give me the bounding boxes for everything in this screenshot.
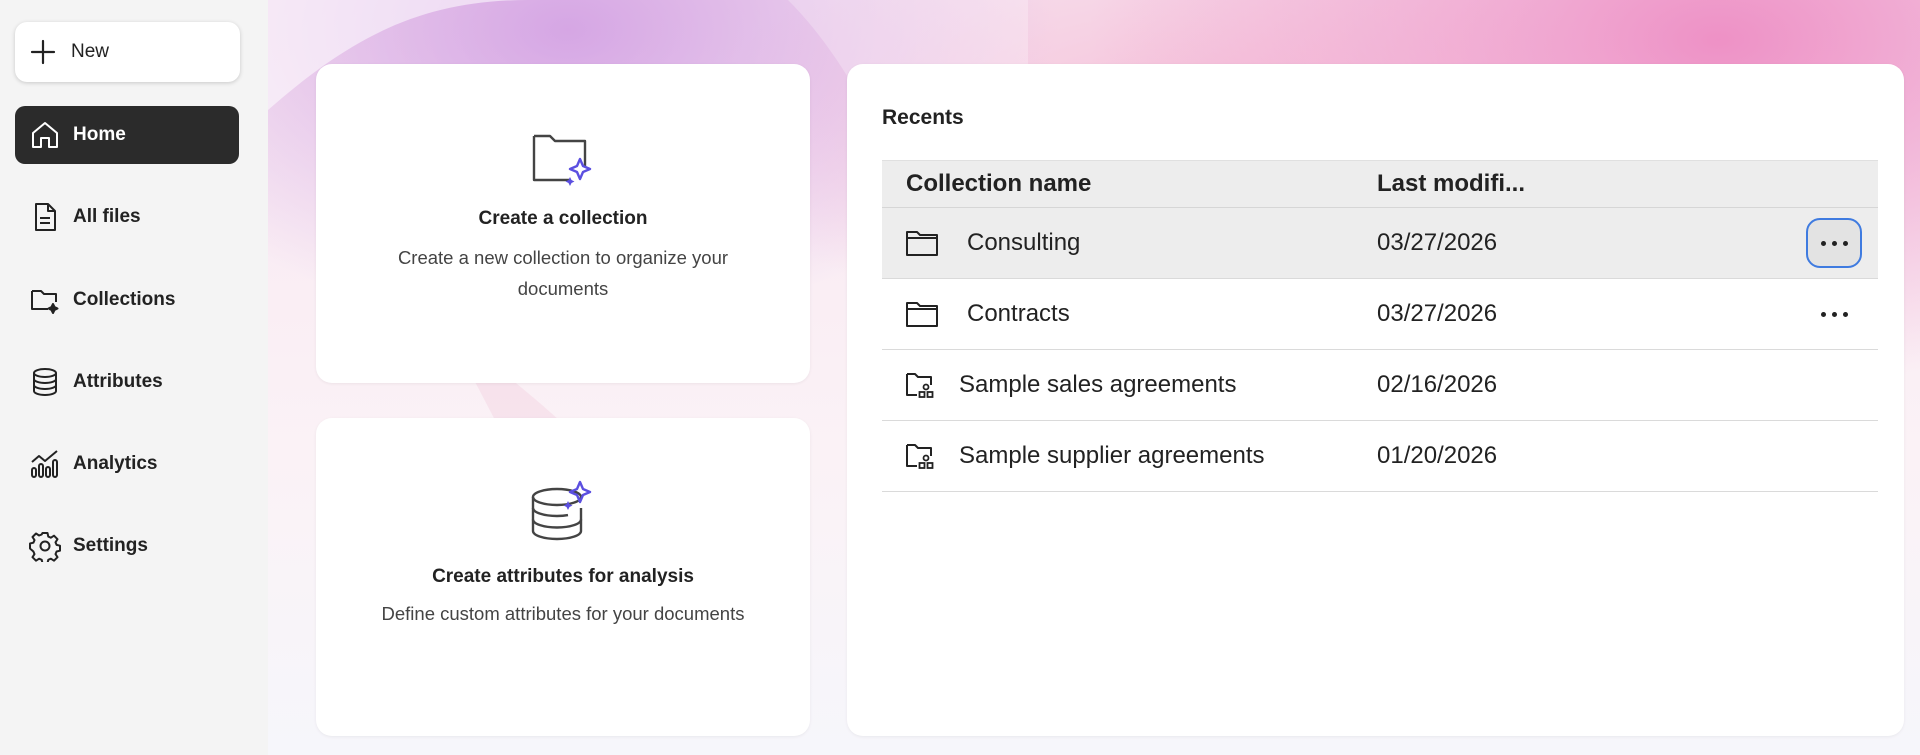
ellipsis-dot — [1842, 240, 1848, 246]
sidebar-item-label: Collections — [73, 289, 176, 310]
gear-icon — [29, 532, 61, 562]
folder-icon — [906, 231, 938, 256]
table-row[interactable]: Sample sales agreements 02/16/2026 — [882, 350, 1878, 421]
sidebar-item-label: All files — [73, 206, 141, 227]
database-sparkle-icon — [531, 480, 592, 541]
plus-icon — [30, 39, 56, 65]
column-header-name[interactable]: Collection name — [882, 170, 1377, 198]
sidebar-item-label: Attributes — [73, 371, 163, 392]
file-icon — [35, 203, 56, 231]
table-header: Collection name Last modifi... — [882, 160, 1878, 208]
card-title: Create attributes for analysis — [432, 566, 694, 587]
sidebar-item-settings[interactable]: Settings — [15, 517, 239, 575]
sidebar-item-label: Settings — [73, 535, 148, 556]
more-options-button[interactable] — [1806, 218, 1862, 268]
shared-folder-icon — [906, 373, 934, 398]
new-button-label: New — [71, 41, 110, 62]
sidebar-item-collections[interactable]: Collections — [15, 271, 239, 329]
recents-table: Collection name Last modifi... Consultin… — [882, 160, 1878, 492]
row-name: Consulting — [967, 229, 1081, 256]
home-icon — [32, 122, 58, 148]
app-root: New Home All files Collections Attribute… — [0, 0, 1920, 755]
card-title: Create a collection — [478, 208, 648, 229]
sidebar-item-attributes[interactable]: Attributes — [15, 353, 239, 411]
folder-sparkle-icon — [532, 134, 592, 186]
ellipsis-dot — [1831, 311, 1837, 317]
ellipsis-icon — [1820, 311, 1826, 317]
sidebar-item-label: Home — [73, 124, 126, 145]
more-options-button[interactable] — [1806, 289, 1862, 339]
row-date: 03/27/2026 — [1377, 300, 1498, 327]
table-row[interactable]: Sample supplier agreements 01/20/2026 — [882, 421, 1878, 492]
sidebar-item-home[interactable]: Home — [15, 106, 239, 164]
collections-icon — [31, 290, 59, 314]
card-description: Define custom attributes for your docume… — [381, 603, 745, 624]
sidebar-item-label: Analytics — [73, 453, 158, 474]
folder-icon — [906, 302, 938, 327]
database-icon — [33, 368, 57, 397]
row-name: Sample supplier agreements — [959, 442, 1265, 469]
ellipsis-dot — [1831, 240, 1837, 246]
ellipsis-dot — [1842, 311, 1848, 317]
analytics-icon — [31, 450, 58, 478]
sidebar-item-analytics[interactable]: Analytics — [15, 435, 239, 493]
table-row[interactable]: Consulting 03/27/2026 — [882, 208, 1878, 279]
recents-title: Recents — [882, 106, 964, 129]
sidebar: New Home All files Collections Attribute… — [0, 0, 268, 755]
row-date: 02/16/2026 — [1377, 371, 1498, 398]
row-date: 03/27/2026 — [1377, 229, 1498, 256]
row-name: Contracts — [967, 300, 1070, 327]
sidebar-item-all-files[interactable]: All files — [15, 188, 239, 246]
column-header-modified[interactable]: Last modifi... — [1377, 170, 1525, 198]
new-button[interactable]: New — [15, 22, 240, 82]
row-date: 01/20/2026 — [1377, 442, 1498, 469]
shared-folder-icon — [906, 444, 934, 469]
create-collection-card[interactable]: Create a collection Create a new collect… — [316, 64, 810, 383]
table-row[interactable]: Contracts 03/27/2026 — [882, 279, 1878, 350]
ellipsis-icon — [1820, 240, 1826, 246]
card-description: Create a new collection to organize your… — [397, 247, 729, 299]
row-name: Sample sales agreements — [959, 371, 1237, 398]
recents-panel: Recents Collection name Last modifi... C… — [847, 64, 1904, 736]
main-area: Create a collection Create a new collect… — [268, 0, 1920, 755]
create-attributes-card[interactable]: Create attributes for analysis Define cu… — [316, 418, 810, 736]
